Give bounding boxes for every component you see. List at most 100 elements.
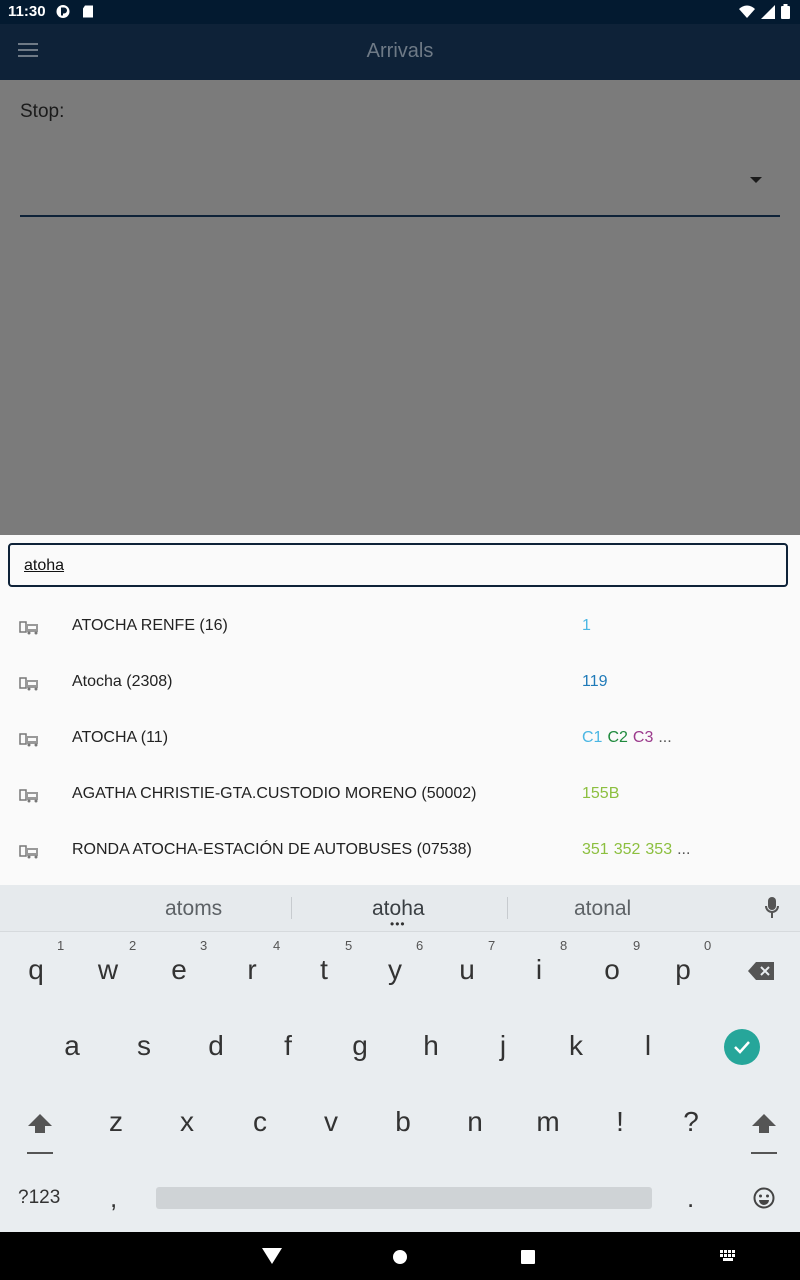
navigation-bar bbox=[0, 1232, 800, 1280]
space-bar[interactable] bbox=[156, 1187, 652, 1209]
key-hint: 6 bbox=[416, 938, 424, 953]
emoji-icon[interactable] bbox=[753, 1187, 775, 1209]
key-l[interactable]: l bbox=[628, 1030, 668, 1062]
key-s[interactable]: s bbox=[124, 1030, 164, 1062]
key-z[interactable]: z bbox=[96, 1106, 136, 1138]
key-hint: 1 bbox=[57, 938, 65, 953]
comma-key[interactable]: , bbox=[110, 1183, 117, 1214]
stop-lines: C1 C2 C3... bbox=[582, 729, 677, 747]
line-badge: 1 bbox=[582, 617, 591, 634]
stop-result-row[interactable]: Atocha (2308) 119 bbox=[0, 655, 800, 711]
shift-right-key[interactable] bbox=[751, 1111, 777, 1160]
suggestion-3[interactable]: atonal bbox=[574, 897, 631, 921]
checkmark-icon bbox=[734, 1041, 750, 1054]
sd-card-icon bbox=[83, 5, 93, 18]
key-hint: 3 bbox=[200, 938, 208, 953]
shift-icon bbox=[27, 1114, 53, 1154]
key-o[interactable]: o bbox=[592, 954, 632, 986]
key-c[interactable]: c bbox=[240, 1106, 280, 1138]
enter-button[interactable] bbox=[724, 1029, 760, 1065]
key-hint: 2 bbox=[129, 938, 137, 953]
recents-icon[interactable] bbox=[520, 1249, 536, 1265]
key-i[interactable]: i bbox=[519, 954, 559, 986]
line-badge: C2 bbox=[607, 729, 628, 746]
key-e[interactable]: e bbox=[159, 954, 199, 986]
microphone-icon[interactable] bbox=[765, 897, 779, 919]
more-suggestions-icon[interactable]: ••• bbox=[390, 918, 406, 930]
line-badge: 353 bbox=[645, 841, 673, 858]
suggestion-1[interactable]: atoms bbox=[165, 897, 222, 921]
shift-left-key[interactable] bbox=[27, 1111, 53, 1160]
key-k[interactable]: k bbox=[556, 1030, 596, 1062]
key-b[interactable]: b bbox=[383, 1106, 423, 1138]
key-v[interactable]: v bbox=[311, 1106, 351, 1138]
stop-label: Stop: bbox=[20, 101, 65, 122]
shift-icon bbox=[751, 1114, 777, 1154]
key-w[interactable]: w bbox=[88, 954, 128, 986]
stop-name: Atocha (2308) bbox=[72, 673, 173, 690]
key-hint: 7 bbox=[488, 938, 496, 953]
line-badge: 352 bbox=[613, 841, 641, 858]
line-badge: 119 bbox=[582, 673, 608, 690]
keyboard-switch-icon[interactable] bbox=[720, 1250, 736, 1262]
wifi-icon bbox=[739, 5, 755, 18]
battery-icon bbox=[781, 4, 790, 19]
stop-result-row[interactable]: ATOCHA RENFE (16) 1 bbox=[0, 599, 800, 655]
key-hint: 9 bbox=[633, 938, 641, 953]
bus-icon bbox=[19, 789, 38, 803]
dropdown-arrow-icon bbox=[750, 177, 762, 183]
stop-lines: 155B bbox=[582, 785, 624, 803]
page-title: Arrivals bbox=[366, 40, 434, 62]
line-badge: ... bbox=[658, 729, 672, 746]
symbols-key[interactable]: ?123 bbox=[18, 1187, 60, 1209]
stop-result-row[interactable]: ATOCHA (11) C1 C2 C3... bbox=[0, 711, 800, 767]
stop-name: ATOCHA RENFE (16) bbox=[72, 617, 228, 634]
key-exclamation[interactable]: ! bbox=[600, 1106, 640, 1138]
stop-result-row[interactable]: AGATHA CHRISTIE-GTA.CUSTODIO MORENO (500… bbox=[0, 767, 800, 823]
status-bar: 11:30 bbox=[0, 0, 800, 24]
key-r[interactable]: r bbox=[232, 954, 272, 986]
stop-lines: 351 352 353... bbox=[582, 841, 695, 859]
key-hint: 8 bbox=[560, 938, 568, 953]
stop-lines: 119 bbox=[582, 673, 613, 691]
stop-name: RONDA ATOCHA-ESTACIÓN DE AUTOBUSES (0753… bbox=[72, 841, 472, 858]
key-j[interactable]: j bbox=[483, 1030, 523, 1062]
line-badge: C3 bbox=[632, 729, 654, 746]
line-badge: C1 bbox=[582, 729, 603, 746]
period-key[interactable]: . bbox=[687, 1183, 694, 1214]
key-a[interactable]: a bbox=[52, 1030, 92, 1062]
bus-icon bbox=[19, 677, 38, 691]
app-bar: Arrivals bbox=[0, 24, 800, 80]
key-f[interactable]: f bbox=[268, 1030, 308, 1062]
key-g[interactable]: g bbox=[340, 1030, 380, 1062]
key-h[interactable]: h bbox=[411, 1030, 451, 1062]
key-q[interactable]: q bbox=[16, 954, 56, 986]
key-hint: 0 bbox=[704, 938, 712, 953]
key-question[interactable]: ? bbox=[671, 1106, 711, 1138]
soft-keyboard: atoms atoha ••• atonal q1 w2 e3 r4 t5 y6 u7 i8 o… bbox=[0, 885, 800, 1232]
home-icon[interactable] bbox=[392, 1249, 408, 1265]
key-y[interactable]: y bbox=[375, 954, 415, 986]
bus-icon bbox=[19, 733, 38, 747]
backspace-icon[interactable] bbox=[748, 962, 774, 980]
key-x[interactable]: x bbox=[167, 1106, 207, 1138]
stop-result-row[interactable]: RONDA ATOCHA-ESTACIÓN DE AUTOBUSES (0753… bbox=[0, 823, 800, 879]
line-badge: 351 bbox=[582, 841, 609, 858]
key-m[interactable]: m bbox=[528, 1106, 568, 1138]
suggestion-strip: atoms atoha ••• atonal bbox=[0, 885, 800, 932]
back-icon[interactable] bbox=[262, 1248, 282, 1264]
stop-name: AGATHA CHRISTIE-GTA.CUSTODIO MORENO (500… bbox=[72, 785, 477, 802]
key-u[interactable]: u bbox=[447, 954, 487, 986]
key-n[interactable]: n bbox=[455, 1106, 495, 1138]
status-time: 11:30 bbox=[8, 3, 46, 20]
search-field[interactable] bbox=[8, 543, 788, 587]
key-t[interactable]: t bbox=[304, 954, 344, 986]
search-input[interactable] bbox=[24, 554, 764, 578]
key-d[interactable]: d bbox=[196, 1030, 236, 1062]
stop-dropdown[interactable] bbox=[20, 160, 780, 217]
key-p[interactable]: p bbox=[663, 954, 703, 986]
key-hint: 5 bbox=[345, 938, 353, 953]
app-notification-icon bbox=[56, 5, 70, 18]
line-badge: ... bbox=[677, 841, 691, 858]
stop-name: ATOCHA (11) bbox=[72, 729, 169, 746]
